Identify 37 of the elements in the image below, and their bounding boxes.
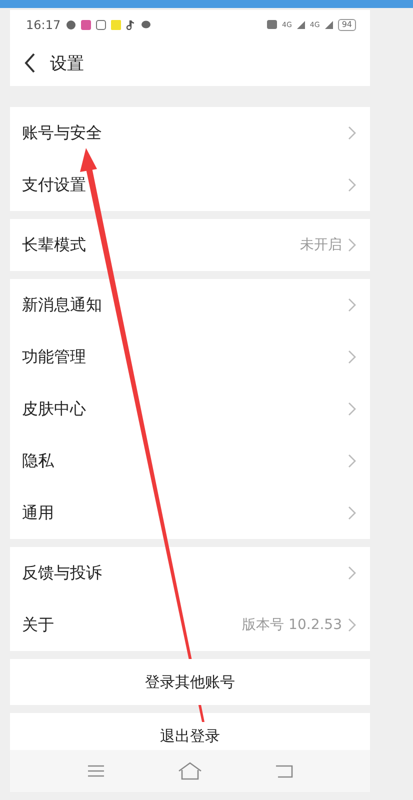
settings-item[interactable]: 账号与安全 [10, 107, 370, 159]
settings-item[interactable]: 隐私 [10, 435, 370, 487]
chevron-icon [348, 454, 356, 468]
chevron-icon [348, 238, 356, 252]
settings-item[interactable]: 反馈与投诉 [10, 547, 370, 599]
chevron-icon [348, 298, 356, 312]
app-icon [110, 20, 121, 30]
settings-item[interactable]: 支付设置 [10, 159, 370, 211]
chevron-icon [348, 618, 356, 632]
settings-item[interactable]: 功能管理 [10, 331, 370, 383]
music-note-icon [126, 20, 136, 30]
signal-icon [296, 21, 305, 29]
menu-icon[interactable] [86, 764, 105, 778]
home-icon[interactable] [178, 762, 202, 780]
settings-item[interactable]: 关于 版本号 10.2.53 [10, 599, 370, 651]
action-button[interactable]: 登录其他账号 [10, 659, 370, 705]
settings-item[interactable]: 皮肤中心 [10, 383, 370, 435]
chevron-icon [348, 126, 356, 140]
action-button[interactable]: 退出登录 [10, 713, 370, 750]
settings-item[interactable]: 通用 [10, 487, 370, 539]
back-icon[interactable] [24, 53, 36, 73]
app-icon [80, 20, 91, 30]
signal-icon [324, 21, 333, 29]
status-time: 16:17 [26, 18, 61, 32]
settings-item[interactable]: 新消息通知 [10, 279, 370, 331]
chat-bubble-icon [140, 20, 151, 30]
chevron-icon [348, 506, 356, 520]
settings-item[interactable]: 长辈模式 未开启 [10, 219, 370, 271]
app-icon [96, 20, 106, 30]
app-icon [66, 20, 76, 30]
hd-icon [267, 20, 278, 30]
page-title: 设置 [50, 52, 84, 74]
chevron-icon [348, 566, 356, 580]
chevron-icon [348, 178, 356, 192]
chevron-icon [348, 350, 356, 364]
battery-level: 94 [338, 19, 356, 31]
chevron-icon [348, 402, 356, 416]
